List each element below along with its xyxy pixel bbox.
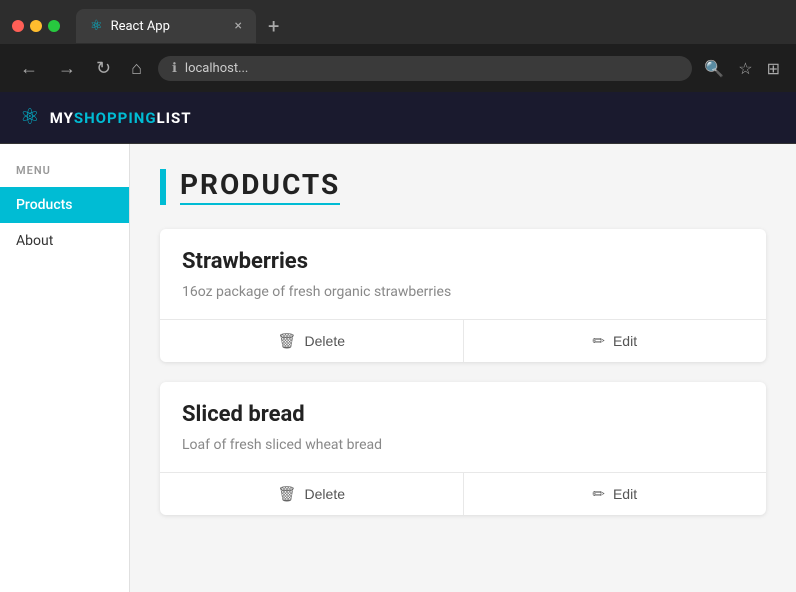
trash-icon: 🗑 (277, 332, 296, 350)
product-actions: 🗑 Delete ✏ Edit (160, 472, 766, 515)
heading-accent (160, 169, 166, 205)
product-card: Strawberries 16oz package of fresh organ… (160, 229, 766, 362)
page-title: PRODUCTS (180, 168, 340, 205)
react-app-icon: ⚛ (20, 105, 40, 130)
edit-label: Edit (613, 486, 637, 502)
product-description: Loaf of fresh sliced wheat bread (182, 435, 744, 456)
app-header: ⚛ MYSHOPPINGLIST (0, 92, 796, 144)
delete-label: Delete (305, 333, 345, 349)
browser-chrome: ⚛ React App × + ← → ↻ ⌂ ℹ localhost... 🔍… (0, 0, 796, 92)
product-actions: 🗑 Delete ✏ Edit (160, 319, 766, 362)
menu-label: MENU (0, 164, 129, 187)
product-body: Strawberries 16oz package of fresh organ… (160, 229, 766, 319)
info-icon: ℹ (172, 61, 177, 76)
delete-label: Delete (305, 486, 345, 502)
react-icon: ⚛ (90, 18, 103, 34)
delete-button[interactable]: 🗑 Delete (160, 320, 464, 362)
bookmark-icon[interactable]: ☆ (738, 59, 752, 78)
forward-button[interactable]: → (54, 55, 80, 81)
tab-title: React App (111, 19, 170, 34)
sidebar-item-about[interactable]: About (0, 223, 129, 259)
app-body: MENU Products About PRODUCTS Strawberrie… (0, 144, 796, 592)
home-button[interactable]: ⌂ (127, 55, 146, 81)
main-content: PRODUCTS Strawberries 16oz package of fr… (130, 144, 796, 592)
new-tab-button[interactable]: + (260, 14, 287, 38)
search-icon[interactable]: 🔍 (704, 59, 724, 78)
sidebar-item-products[interactable]: Products (0, 187, 129, 223)
sidebar: MENU Products About (0, 144, 130, 592)
edit-label: Edit (613, 333, 637, 349)
bookmarks-list-icon[interactable]: ⊞ (767, 59, 780, 78)
tab-bar: ⚛ React App × + (0, 0, 796, 44)
edit-button[interactable]: ✏ Edit (464, 473, 767, 515)
minimize-window-button[interactable] (30, 20, 42, 32)
back-button[interactable]: ← (16, 55, 42, 81)
tab-close-button[interactable]: × (235, 19, 242, 33)
product-description: 16oz package of fresh organic strawberri… (182, 282, 744, 303)
edit-button[interactable]: ✏ Edit (464, 320, 767, 362)
refresh-button[interactable]: ↻ (92, 55, 115, 81)
product-body: Sliced bread Loaf of fresh sliced wheat … (160, 382, 766, 472)
maximize-window-button[interactable] (48, 20, 60, 32)
app-logo: ⚛ MYSHOPPINGLIST (20, 105, 192, 130)
page-heading: PRODUCTS (160, 168, 766, 205)
product-name: Sliced bread (182, 402, 744, 427)
address-bar: ← → ↻ ⌂ ℹ localhost... 🔍 ☆ ⊞ (0, 44, 796, 92)
close-window-button[interactable] (12, 20, 24, 32)
delete-button[interactable]: 🗑 Delete (160, 473, 464, 515)
window-controls (12, 20, 60, 32)
edit-icon: ✏ (592, 485, 605, 503)
trash-icon: 🗑 (277, 485, 296, 503)
product-name: Strawberries (182, 249, 744, 274)
app-title: MYSHOPPINGLIST (50, 109, 192, 127)
browser-tab[interactable]: ⚛ React App × (76, 9, 256, 43)
browser-toolbar-icons: 🔍 ☆ ⊞ (704, 59, 780, 78)
url-bar[interactable]: ℹ localhost... (158, 56, 692, 81)
edit-icon: ✏ (592, 332, 605, 350)
product-card: Sliced bread Loaf of fresh sliced wheat … (160, 382, 766, 515)
url-text: localhost... (185, 61, 248, 76)
